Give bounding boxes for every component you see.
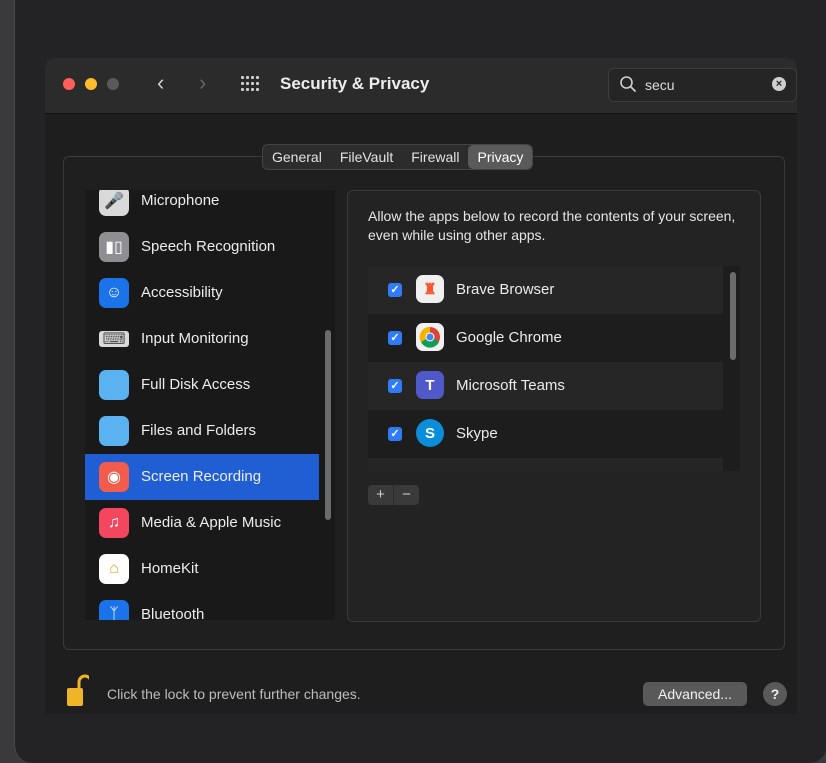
app-checkbox[interactable]: ✓ <box>388 283 402 297</box>
tab-general[interactable]: General <box>263 145 331 169</box>
sidebar-item-accessibility[interactable]: ☺ Accessibility <box>85 270 319 316</box>
home-icon: ⌂ <box>99 554 129 584</box>
sidebar-item-bluetooth[interactable]: ᛉ Bluetooth <box>85 592 319 620</box>
bluetooth-icon: ᛉ <box>99 600 129 620</box>
list-item[interactable] <box>368 458 723 471</box>
keyboard-icon: ⌨ <box>99 331 129 348</box>
panel-description: Allow the apps below to record the conte… <box>368 208 736 243</box>
help-button[interactable]: ? <box>763 682 787 706</box>
close-button[interactable] <box>63 78 75 90</box>
folder-icon <box>99 370 129 400</box>
sidebar-scrollbar[interactable] <box>325 330 331 520</box>
tab-firewall[interactable]: Firewall <box>402 145 468 169</box>
list-item[interactable]: ✓ S Skype <box>368 410 723 458</box>
sidebar-item-label: Full Disk Access <box>141 376 251 393</box>
screen-recording-icon: ◉ <box>99 462 129 492</box>
app-name: Microsoft Teams <box>456 377 565 394</box>
accessibility-icon: ☺ <box>99 278 129 308</box>
add-remove-control: + − <box>368 485 419 505</box>
clear-search-icon[interactable]: × <box>772 77 786 91</box>
list-item[interactable]: ✓ Google Chrome <box>368 314 723 362</box>
lock-status-text: Click the lock to prevent further change… <box>107 686 361 702</box>
music-icon: ♫ <box>99 508 129 538</box>
sidebar-item-full-disk-access[interactable]: Full Disk Access <box>85 362 319 408</box>
microphone-icon: 🎤 <box>99 190 129 216</box>
tab-filevault[interactable]: FileVault <box>331 145 402 169</box>
folder-icon <box>99 416 129 446</box>
skype-icon: S <box>416 419 444 447</box>
app-name: Google Chrome <box>456 329 562 346</box>
app-checkbox[interactable]: ✓ <box>388 427 402 441</box>
chrome-icon <box>416 323 444 351</box>
back-arrow-icon[interactable]: ‹ <box>157 70 164 96</box>
sidebar-item-speech-recognition[interactable]: ▮▯ Speech Recognition <box>85 224 319 270</box>
sidebar-item-label: Microphone <box>141 192 220 209</box>
sidebar-item-label: Input Monitoring <box>141 330 249 347</box>
tab-bar: General FileVault Firewall Privacy <box>262 144 534 170</box>
speech-recognition-icon: ▮▯ <box>99 232 129 262</box>
forward-arrow-icon[interactable]: › <box>199 70 206 96</box>
sidebar-item-files-and-folders[interactable]: Files and Folders <box>85 408 319 454</box>
search-field[interactable]: × <box>608 68 797 102</box>
sidebar-item-label: Screen Recording <box>141 468 262 485</box>
sidebar-item-label: Accessibility <box>141 284 223 301</box>
show-all-grid-icon[interactable] <box>241 76 261 92</box>
sidebar-item-label: HomeKit <box>141 560 199 577</box>
preferences-window: ‹ › Security & Privacy × General FileVau… <box>45 58 797 714</box>
app-checkbox[interactable]: ✓ <box>388 379 402 393</box>
app-list[interactable]: ✓ ♜ Brave Browser ✓ Google Chrome ✓ T Mi… <box>368 266 740 471</box>
remove-app-button[interactable]: − <box>393 485 419 505</box>
teams-icon: T <box>416 371 444 399</box>
app-name: Skype <box>456 425 498 442</box>
app-list-scrollbar[interactable] <box>730 272 736 360</box>
privacy-category-list[interactable]: 🎤 Microphone ▮▯ Speech Recognition ☺ Acc… <box>85 190 335 620</box>
sidebar-item-label: Speech Recognition <box>141 238 276 255</box>
advanced-button[interactable]: Advanced... <box>643 682 747 706</box>
lock-icon[interactable] <box>67 674 89 706</box>
app-permission-panel: Allow the apps below to record the conte… <box>347 190 761 622</box>
sidebar-item-label: Bluetooth <box>141 606 205 620</box>
title-bar: ‹ › Security & Privacy × <box>45 58 797 114</box>
list-item[interactable]: ✓ T Microsoft Teams <box>368 362 723 410</box>
tab-privacy[interactable]: Privacy <box>468 145 533 169</box>
search-icon <box>620 76 636 92</box>
sidebar-item-screen-recording[interactable]: ◉ Screen Recording <box>85 454 319 500</box>
sidebar-item-homekit[interactable]: ⌂ HomeKit <box>85 546 319 592</box>
app-checkbox[interactable]: ✓ <box>388 331 402 345</box>
list-item[interactable]: ✓ ♜ Brave Browser <box>368 266 723 314</box>
add-app-button[interactable]: + <box>368 485 393 505</box>
zoom-button[interactable] <box>107 78 119 90</box>
sidebar-item-label: Files and Folders <box>141 422 257 439</box>
app-name: Brave Browser <box>456 281 555 298</box>
window-title: Security & Privacy <box>280 74 430 93</box>
sidebar-item-microphone[interactable]: 🎤 Microphone <box>85 190 319 224</box>
search-input[interactable] <box>643 74 767 96</box>
brave-icon: ♜ <box>416 275 444 303</box>
sidebar-item-label: Media & Apple Music <box>141 514 282 531</box>
sidebar-item-media-apple-music[interactable]: ♫ Media & Apple Music <box>85 500 319 546</box>
minimize-button[interactable] <box>85 78 97 90</box>
sidebar-item-input-monitoring[interactable]: ⌨ Input Monitoring <box>85 316 319 362</box>
